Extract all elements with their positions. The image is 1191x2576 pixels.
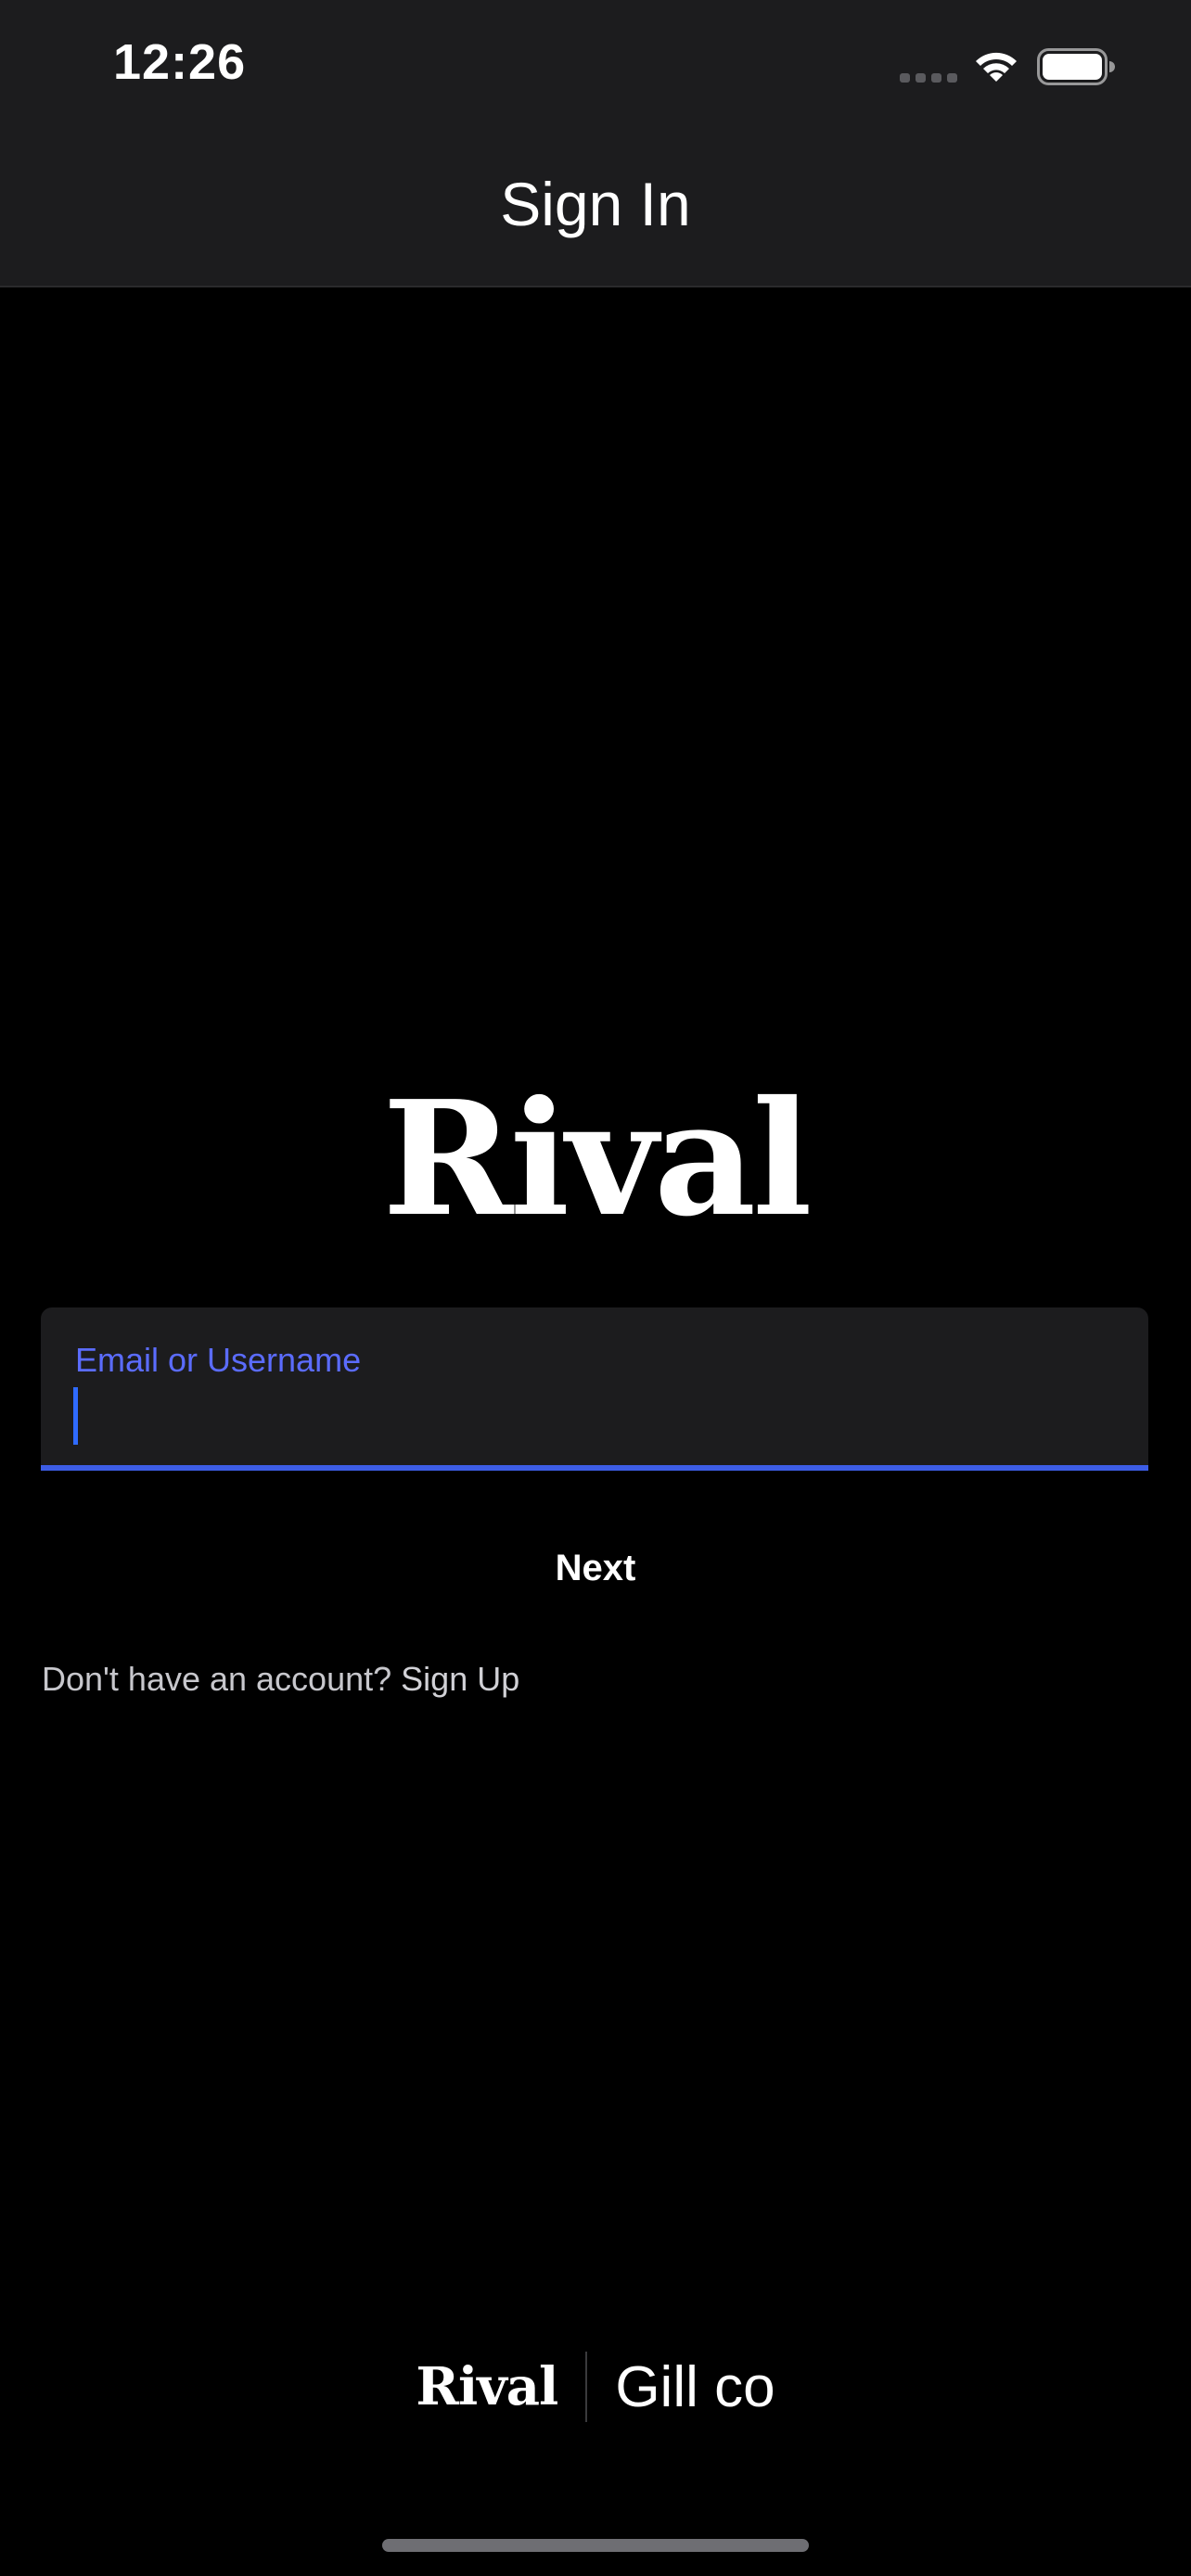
signal-icon: [900, 73, 957, 84]
signup-prompt-row: Don't have an account? Sign Up: [42, 1660, 519, 1699]
rival-logo: Rival: [382, 1066, 812, 1252]
footer-partner-logo: Gill co: [615, 2354, 775, 2419]
wifi-icon: [976, 52, 1017, 82]
footer-rival-logo: Rival: [416, 2356, 558, 2417]
footer-branding: Rival Gill co: [0, 2350, 1191, 2424]
text-cursor: [73, 1387, 78, 1445]
sign-up-link[interactable]: Sign Up: [401, 1660, 519, 1698]
next-button[interactable]: Next: [410, 1521, 781, 1613]
status-time: 12:26: [113, 34, 247, 90]
navigation-bar: 12:26 Sign In: [0, 0, 1191, 287]
page-title: Sign In: [500, 170, 691, 238]
home-indicator[interactable]: [382, 2539, 809, 2552]
email-username-input[interactable]: [82, 1382, 1102, 1450]
email-username-label: Email or Username: [75, 1341, 362, 1379]
battery-icon: [1037, 48, 1115, 85]
email-username-field[interactable]: Email or Username: [41, 1307, 1148, 1471]
footer-divider: [585, 2352, 588, 2422]
signup-prompt-text: Don't have an account?: [42, 1660, 392, 1698]
